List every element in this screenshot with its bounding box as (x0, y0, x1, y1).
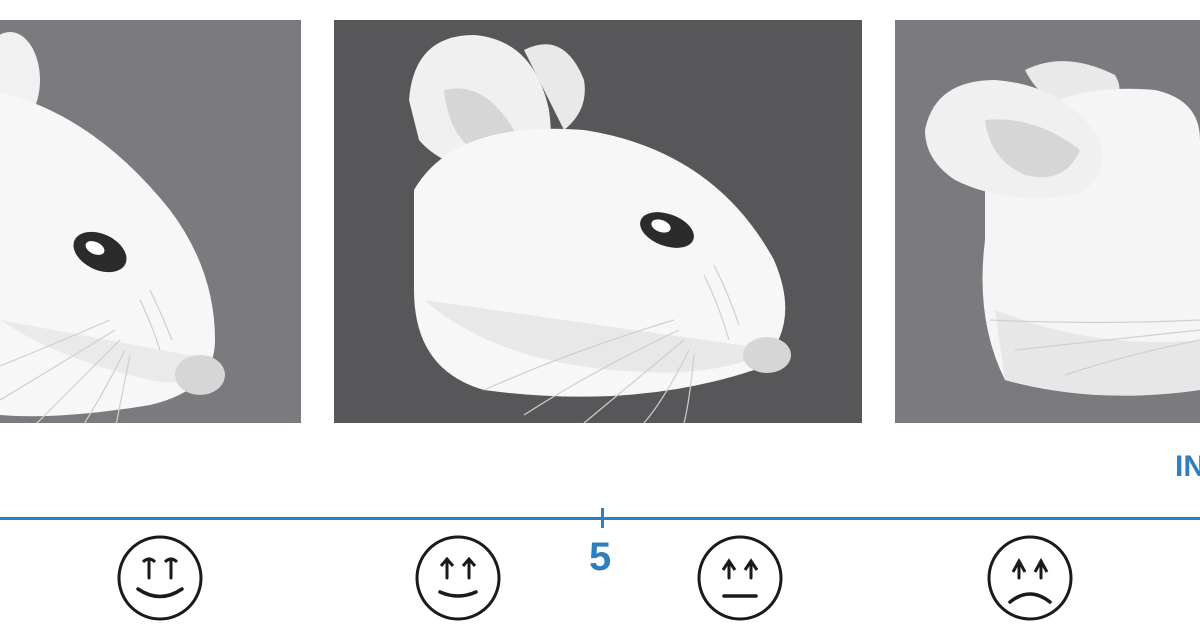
grimace-scale-line (0, 517, 1200, 520)
scale-tick-label: 5 (589, 535, 612, 579)
mouse-head-eyes-closed-illustration (895, 20, 1200, 423)
scale-tick-mark (601, 508, 604, 528)
mouse-head-relaxed-illustration (0, 20, 301, 423)
mouse-head-ears-back-illustration (334, 20, 862, 423)
scale-edge-label: IN (1175, 450, 1200, 483)
sad-face-icon (986, 534, 1074, 622)
slightly-happy-face-icon (414, 534, 502, 622)
mouse-panel-2 (334, 20, 862, 423)
neutral-face-icon (696, 534, 784, 622)
mouse-panel-3 (895, 20, 1200, 423)
happy-face-icon (116, 534, 204, 622)
mouse-panel-1 (0, 20, 301, 423)
